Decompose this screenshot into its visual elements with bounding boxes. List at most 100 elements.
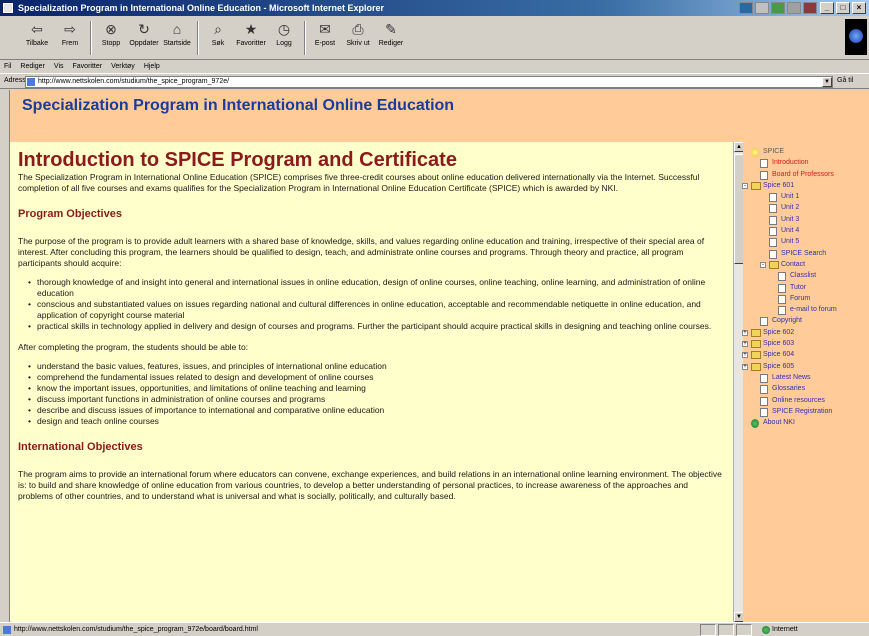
collapse-icon[interactable]: - — [742, 182, 748, 189]
international-heading: International Objectives — [18, 441, 143, 453]
nav-item[interactable]: Forum — [743, 293, 869, 304]
nav-item[interactable]: SPICE Registration — [743, 406, 869, 417]
go-button[interactable]: Gå til — [837, 77, 853, 84]
menu-item[interactable]: Verktøy — [111, 61, 135, 73]
list-item: practical skills in technology applied i… — [28, 321, 723, 332]
nav-item-label: SPICE Search — [781, 249, 827, 257]
nav-item-label: Unit 2 — [781, 204, 800, 212]
toolbar-button[interactable]: ⇦ Tilbake — [22, 19, 52, 57]
folder-icon — [751, 181, 761, 190]
nav-item-label: Contact — [781, 260, 806, 268]
nav-item[interactable]: Copyright — [743, 315, 869, 327]
toolbar-button[interactable]: ◷ Logg — [269, 19, 299, 57]
toolbar-button-label: E-post — [314, 40, 336, 47]
window-title: Specialization Program in International … — [18, 3, 385, 13]
page-icon — [760, 396, 768, 406]
page-icon — [769, 227, 777, 237]
nav-item[interactable]: Glossaries — [743, 383, 869, 395]
nav-item[interactable]: Introduction — [743, 157, 869, 169]
toolbar-button[interactable]: ⌕ Søk — [203, 19, 233, 57]
page-icon — [760, 373, 768, 383]
nav-item[interactable]: Unit 5 — [743, 236, 869, 248]
stop-icon: ⊗ — [105, 21, 117, 37]
nav-item[interactable]: Unit 4 — [743, 225, 869, 237]
nav-item-label: Unit 1 — [781, 193, 800, 201]
site-title: Specialization Program in International … — [22, 97, 455, 114]
expand-icon[interactable]: + — [742, 329, 748, 336]
collapse-icon[interactable]: - — [760, 261, 766, 268]
page-icon — [769, 215, 777, 225]
nav-item[interactable]: + Spice 605 — [742, 361, 869, 372]
toolbar-button-label: Søk — [211, 40, 225, 47]
nav-item[interactable]: About NKI — [743, 417, 869, 429]
favorites-icon: ★ — [244, 21, 258, 37]
menu-item[interactable]: Vis — [54, 61, 64, 73]
toolbar-button-label: Tilbake — [25, 40, 49, 47]
minimize-icon[interactable]: _ — [820, 2, 834, 14]
list-item: discuss important functions in administr… — [28, 394, 723, 405]
list-item: understand the basic values, features, i… — [28, 361, 723, 372]
expand-icon[interactable]: + — [742, 363, 748, 370]
maximize-icon[interactable]: □ — [836, 2, 850, 14]
intro-paragraph: The Specialization Program in Internatio… — [18, 172, 700, 193]
nav-item[interactable]: Board of Professors — [743, 169, 869, 180]
nav-item[interactable]: Unit 3 — [743, 214, 869, 225]
nav-item[interactable]: Classlist — [743, 270, 869, 282]
content-frame: Introduction to SPICE Program and Certif… — [10, 142, 733, 622]
page-title: Introduction to SPICE Program and Certif… — [18, 149, 457, 171]
nav-item[interactable]: e-mail to forum — [743, 304, 869, 316]
address-input[interactable]: http://www.nettskolen.com/studium/the_sp… — [25, 76, 833, 88]
home-icon: ⌂ — [172, 21, 182, 37]
nav-item[interactable]: + Spice 604 — [742, 349, 869, 360]
globe-icon — [751, 419, 759, 429]
nav-item-label: SPICE — [763, 148, 785, 155]
toolbar-button[interactable]: ⊗ Stopp — [96, 19, 126, 57]
expand-icon[interactable]: + — [742, 352, 748, 359]
title-bar: Specialization Program in International … — [0, 0, 869, 16]
toolbar-button[interactable]: ↻ Oppdater — [129, 19, 159, 57]
nav-item[interactable]: Unit 1 — [743, 191, 869, 203]
nav-item[interactable]: + Spice 602 — [742, 327, 869, 338]
site-header: Specialization Program in International … — [10, 90, 869, 142]
expand-icon[interactable]: + — [742, 341, 748, 348]
nav-item[interactable]: SPICE — [743, 146, 869, 157]
nav-item[interactable]: Latest News — [743, 372, 869, 383]
toolbar-button[interactable]: ⌂ Startside — [162, 19, 192, 57]
address-dropdown-icon[interactable]: ▼ — [822, 77, 832, 87]
toolbar-button[interactable]: ⎙ Skriv ut — [343, 19, 373, 57]
nav-item-label: Unit 5 — [781, 238, 800, 246]
menu-item[interactable]: Favoritter — [73, 61, 103, 73]
page-icon — [760, 407, 768, 417]
page-icon — [769, 249, 777, 259]
folder-icon — [769, 260, 779, 269]
menu-item[interactable]: Rediger — [20, 61, 45, 73]
browser-window: Specialization Program in International … — [0, 0, 869, 636]
nav-item[interactable]: Online resources — [743, 395, 869, 406]
page-icon — [3, 626, 11, 634]
page-icon — [760, 170, 768, 180]
toolbar-button[interactable]: ✎ Rediger — [376, 19, 406, 57]
toolbar-button-label: Favoritter — [236, 40, 266, 47]
nav-item[interactable]: Tutor — [743, 282, 869, 293]
address-url: http://www.nettskolen.com/studium/the_sp… — [38, 78, 230, 85]
page-icon — [760, 159, 768, 169]
menu-item[interactable]: Hjelp — [144, 61, 160, 73]
ie-app-icon — [3, 3, 13, 13]
nav-item[interactable]: SPICE Search — [743, 248, 869, 259]
list-item: thorough knowledge of and insight into g… — [28, 277, 723, 299]
content-scrollbar[interactable]: ▲ ▼ — [733, 142, 744, 622]
folder-icon — [751, 351, 761, 360]
nav-item[interactable]: - Contact — [743, 259, 869, 270]
list-item: know the important issues, opportunities… — [28, 383, 723, 394]
nav-item[interactable]: Unit 2 — [743, 202, 869, 214]
menu-item[interactable]: Fil — [4, 61, 11, 73]
nav-item[interactable]: - Spice 601 — [742, 180, 869, 191]
folder-icon — [751, 328, 761, 337]
toolbar-button[interactable]: ✉ E-post — [310, 19, 340, 57]
nav-item[interactable]: + Spice 603 — [742, 338, 869, 349]
page-icon — [778, 283, 786, 293]
toolbar-button[interactable]: ★ Favoritter — [236, 19, 266, 57]
close-icon[interactable]: × — [852, 2, 866, 14]
toolbar-button[interactable]: ⇨ Frem — [55, 19, 85, 57]
page-icon — [769, 238, 777, 248]
